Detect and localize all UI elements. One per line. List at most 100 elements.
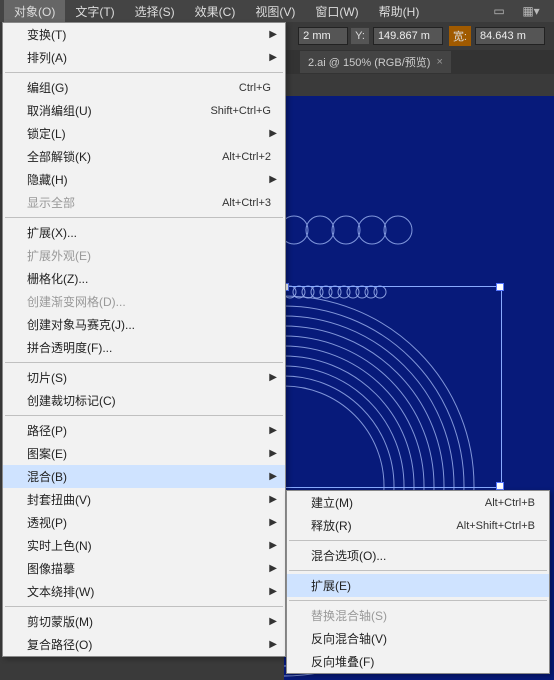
object-menu-item[interactable]: 切片(S)▶	[3, 366, 285, 389]
width-label: 宽:	[449, 26, 471, 46]
menu-window[interactable]: 窗口(W)	[305, 0, 368, 23]
object-menu-item[interactable]: 编组(G)Ctrl+G	[3, 76, 285, 99]
menu-item-label: 图像描摹	[27, 560, 275, 577]
workspace-icon[interactable]: ▭	[490, 3, 508, 19]
blend-submenu-item: 替换混合轴(S)	[287, 604, 549, 627]
object-menu-item[interactable]: 剪切蒙版(M)▶	[3, 610, 285, 633]
menu-view[interactable]: 视图(V)	[245, 0, 305, 23]
menu-item-label: 反向堆叠(F)	[311, 653, 539, 670]
y-label: Y:	[351, 28, 369, 44]
menu-item-label: 路径(P)	[27, 422, 275, 439]
menu-select[interactable]: 选择(S)	[125, 0, 185, 23]
object-menu-item[interactable]: 图案(E)▶	[3, 442, 285, 465]
submenu-arrow-icon: ▶	[269, 563, 277, 574]
object-menu-separator	[5, 72, 283, 73]
selection-handle-ne[interactable]	[496, 283, 504, 291]
menu-item-label: 剪切蒙版(M)	[27, 613, 275, 630]
menu-item-label: 拼合透明度(F)...	[27, 339, 275, 356]
blend-submenu-separator	[289, 570, 547, 571]
menu-item-label: 实时上色(N)	[27, 537, 275, 554]
menu-item-label: 隐藏(H)	[27, 171, 275, 188]
blend-submenu-item[interactable]: 建立(M)Alt+Ctrl+B	[287, 491, 549, 514]
object-menu-item[interactable]: 拼合透明度(F)...	[3, 336, 285, 359]
menu-item-label: 创建渐变网格(D)...	[27, 293, 275, 310]
menu-item-label: 释放(R)	[311, 517, 456, 534]
object-menu-item[interactable]: 透视(P)▶	[3, 511, 285, 534]
object-menu-item[interactable]: 文本绕排(W)▶	[3, 580, 285, 603]
submenu-arrow-icon: ▶	[269, 494, 277, 505]
menu-item-label: 切片(S)	[27, 369, 275, 386]
menu-item-label: 文本绕排(W)	[27, 583, 275, 600]
object-menu-item[interactable]: 复合路径(O)▶	[3, 633, 285, 656]
menu-item-shortcut: Alt+Shift+Ctrl+B	[456, 520, 535, 532]
menu-item-label: 扩展外观(E)	[27, 247, 275, 264]
object-menu-item[interactable]: 全部解锁(K)Alt+Ctrl+2	[3, 145, 285, 168]
menu-effect[interactable]: 效果(C)	[185, 0, 246, 23]
menu-item-label: 栅格化(Z)...	[27, 270, 275, 287]
width-input[interactable]: 84.643 m	[475, 27, 545, 45]
object-menu-dropdown: 变换(T)▶排列(A)▶编组(G)Ctrl+G取消编组(U)Shift+Ctrl…	[2, 22, 286, 657]
object-menu-item[interactable]: 混合(B)▶	[3, 465, 285, 488]
object-menu-item[interactable]: 锁定(L)▶	[3, 122, 285, 145]
menu-item-label: 扩展(E)	[311, 577, 539, 594]
tab-label: 2.ai @ 150% (RGB/预览)	[308, 54, 430, 70]
object-menu-item[interactable]: 栅格化(Z)...	[3, 267, 285, 290]
close-icon[interactable]: ×	[436, 56, 442, 68]
blend-submenu-item[interactable]: 反向堆叠(F)	[287, 650, 549, 673]
document-tab[interactable]: 2.ai @ 150% (RGB/预览) ×	[300, 51, 451, 73]
submenu-arrow-icon: ▶	[269, 586, 277, 597]
object-menu-separator	[5, 362, 283, 363]
object-menu-separator	[5, 217, 283, 218]
menu-text[interactable]: 文字(T)	[65, 0, 124, 23]
menu-item-label: 封套扭曲(V)	[27, 491, 275, 508]
menu-item-label: 取消编组(U)	[27, 102, 210, 119]
submenu-arrow-icon: ▶	[269, 372, 277, 383]
submenu-arrow-icon: ▶	[269, 448, 277, 459]
object-menu-separator	[5, 606, 283, 607]
menu-item-shortcut: Alt+Ctrl+2	[222, 151, 271, 163]
submenu-arrow-icon: ▶	[269, 52, 277, 63]
object-menu-item: 创建渐变网格(D)...	[3, 290, 285, 313]
menu-item-label: 替换混合轴(S)	[311, 607, 539, 624]
menu-item-shortcut: Ctrl+G	[239, 82, 271, 94]
menu-item-label: 复合路径(O)	[27, 636, 275, 653]
blend-submenu-item[interactable]: 扩展(E)	[287, 574, 549, 597]
object-menu-item[interactable]: 实时上色(N)▶	[3, 534, 285, 557]
blend-submenu-item[interactable]: 释放(R)Alt+Shift+Ctrl+B	[287, 514, 549, 537]
submenu-arrow-icon: ▶	[269, 425, 277, 436]
menu-item-shortcut: Alt+Ctrl+3	[222, 197, 271, 209]
arrange-icon[interactable]: ▦▾	[522, 3, 540, 19]
menu-item-label: 透视(P)	[27, 514, 275, 531]
blend-submenu-item[interactable]: 反向混合轴(V)	[287, 627, 549, 650]
object-menu-item[interactable]: 图像描摹▶	[3, 557, 285, 580]
menu-item-shortcut: Shift+Ctrl+G	[210, 105, 271, 117]
menu-item-label: 全部解锁(K)	[27, 148, 222, 165]
object-menu-item[interactable]: 路径(P)▶	[3, 419, 285, 442]
object-menu-item[interactable]: 封套扭曲(V)▶	[3, 488, 285, 511]
menu-object[interactable]: 对象(O)	[4, 0, 65, 23]
menu-item-label: 创建裁切标记(C)	[27, 392, 275, 409]
menu-item-shortcut: Alt+Ctrl+B	[485, 497, 535, 509]
object-menu-item[interactable]: 创建对象马赛克(J)...	[3, 313, 285, 336]
blend-submenu: 建立(M)Alt+Ctrl+B释放(R)Alt+Shift+Ctrl+B混合选项…	[286, 490, 550, 674]
blend-submenu-item[interactable]: 混合选项(O)...	[287, 544, 549, 567]
blend-submenu-separator	[289, 540, 547, 541]
menu-item-label: 锁定(L)	[27, 125, 275, 142]
selection-handle-se[interactable]	[496, 482, 504, 490]
submenu-arrow-icon: ▶	[269, 517, 277, 528]
menu-help[interactable]: 帮助(H)	[369, 0, 430, 23]
object-menu-item[interactable]: 变换(T)▶	[3, 23, 285, 46]
object-menu-item[interactable]: 排列(A)▶	[3, 46, 285, 69]
object-menu-item[interactable]: 取消编组(U)Shift+Ctrl+G	[3, 99, 285, 122]
submenu-arrow-icon: ▶	[269, 540, 277, 551]
menu-item-label: 建立(M)	[311, 494, 485, 511]
blend-submenu-separator	[289, 600, 547, 601]
y-input[interactable]: 149.867 m	[373, 27, 443, 45]
submenu-arrow-icon: ▶	[269, 639, 277, 650]
submenu-arrow-icon: ▶	[269, 616, 277, 627]
object-menu-item[interactable]: 创建裁切标记(C)	[3, 389, 285, 412]
object-menu-separator	[5, 415, 283, 416]
object-menu-item[interactable]: 扩展(X)...	[3, 221, 285, 244]
object-menu-item[interactable]: 隐藏(H)▶	[3, 168, 285, 191]
submenu-arrow-icon: ▶	[269, 471, 277, 482]
